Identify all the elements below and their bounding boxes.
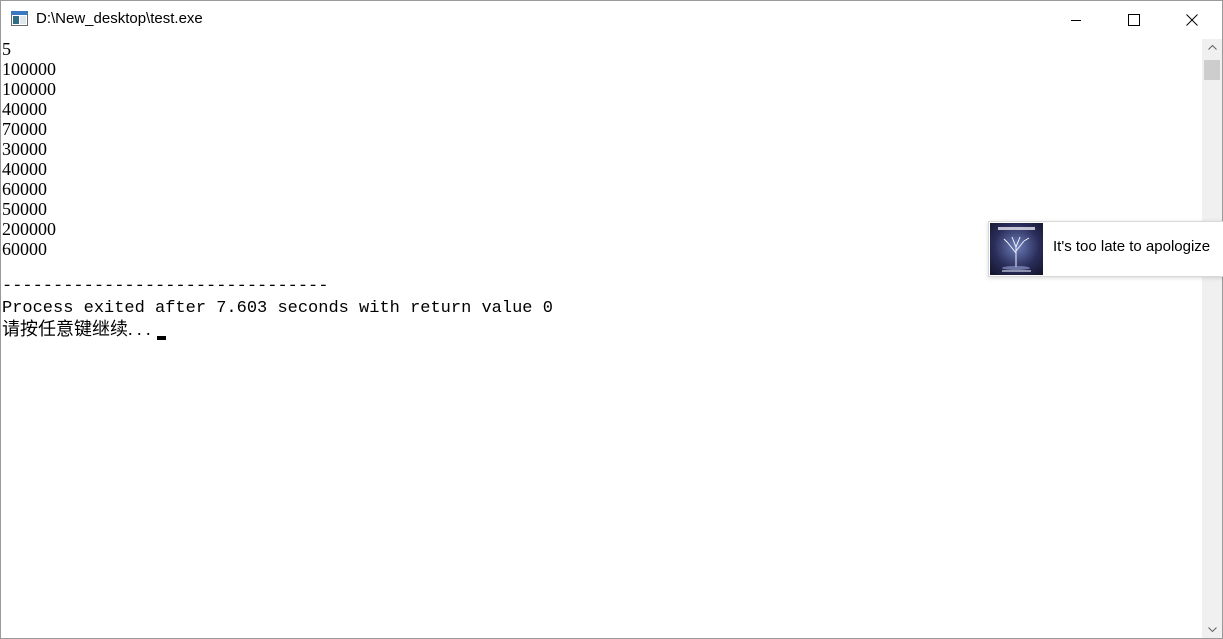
text-cursor	[157, 336, 166, 340]
output-line: 40000	[2, 99, 47, 119]
console-window: D:\New_desktop\test.exe 5 100000 100000 …	[0, 0, 1223, 639]
output-line: 200000	[2, 219, 56, 239]
output-line: 100000	[2, 79, 56, 99]
output-line: 40000	[2, 159, 47, 179]
output-line: 50000	[2, 199, 47, 219]
now-playing-notification[interactable]: It's too late to apologize	[988, 221, 1223, 277]
prompt-line: 请按任意键继续. . .	[2, 319, 166, 340]
scroll-down-button[interactable]	[1202, 621, 1222, 638]
output-line: 70000	[2, 119, 47, 139]
output-line: 60000	[2, 239, 47, 259]
maximize-button[interactable]	[1105, 1, 1163, 38]
window-title: D:\New_desktop\test.exe	[36, 10, 203, 27]
scroll-up-button[interactable]	[1202, 39, 1222, 56]
output-line: 60000	[2, 179, 47, 199]
close-button[interactable]	[1163, 1, 1221, 38]
exit-message: Process exited after 7.603 seconds with …	[2, 299, 553, 318]
minimize-button[interactable]	[1047, 1, 1105, 38]
vertical-scrollbar[interactable]	[1202, 39, 1222, 638]
album-art-image	[990, 223, 1043, 275]
output-line: 100000	[2, 59, 56, 79]
separator-line: --------------------------------	[2, 277, 329, 296]
maximize-icon	[1128, 13, 1140, 26]
output-line: 5	[2, 39, 11, 59]
chevron-up-icon	[1207, 45, 1217, 50]
notification-text: It's too late to apologize	[1053, 238, 1211, 255]
output-line: 30000	[2, 139, 47, 159]
console-app-icon[interactable]	[11, 11, 28, 26]
console-output-area[interactable]: 5 100000 100000 40000 70000 30000 40000 …	[1, 39, 1202, 638]
scrollbar-thumb[interactable]	[1204, 60, 1220, 80]
chevron-down-icon	[1207, 627, 1217, 632]
close-icon	[1186, 13, 1198, 26]
minimize-icon	[1071, 19, 1081, 21]
title-bar[interactable]: D:\New_desktop\test.exe	[1, 1, 1222, 38]
prompt-text: 请按任意键继续. . .	[2, 319, 155, 339]
